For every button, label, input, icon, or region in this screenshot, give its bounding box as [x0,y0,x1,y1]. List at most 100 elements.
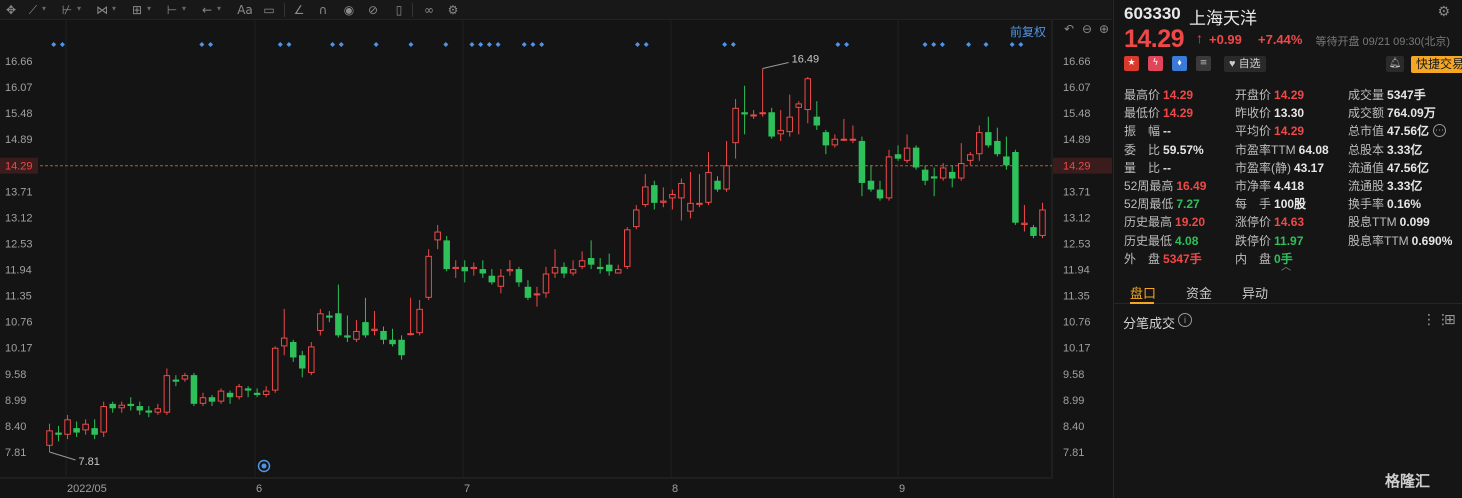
event-marker-icon [939,42,945,47]
text-icon[interactable]: Aa [234,2,256,18]
candle-body [867,180,875,190]
candle-body [118,404,125,409]
stat-value: 14.29 [1163,106,1194,121]
stat-value: 14.29 [1163,88,1194,102]
trend-icon[interactable]: ⊬ [58,2,76,18]
stat-label: 52周最低 [1124,197,1174,212]
lightning-icon[interactable]: ϟ [1148,56,1163,71]
link-icon[interactable]: ∞ [418,2,440,18]
bell-icon[interactable]: 🔔︎ [1386,56,1404,72]
grid-icon[interactable]: ⊞ [1444,311,1456,328]
undo-icon[interactable]: ↶ [1062,22,1076,36]
tab-movements[interactable]: 异动 [1242,283,1268,302]
hide-icon[interactable]: ⊘ [364,2,382,18]
stat-label: 跌停价 [1235,233,1272,248]
candle-body [362,322,369,336]
stat-item: 昨收价 13.30 [1235,104,1304,121]
add-watchlist-button[interactable]: ♥ 自选 [1224,56,1266,72]
arrow-icon[interactable]: ← [198,2,216,18]
line-icon[interactable]: ⟋ [24,2,42,18]
candlestick-chart[interactable]: 16.66 16.66 16.07 16.07 15.48 15.48 14.89 14.89… [0,20,1112,498]
stat-value: 0.690% [1411,233,1453,248]
chevron-down-icon[interactable]: ▾ [42,4,46,13]
chevron-down-icon[interactable]: ▾ [77,4,81,13]
stat-value: 16.49 [1176,179,1207,193]
candle-body [623,229,631,267]
stat-value: 4.08 [1175,233,1199,248]
eye-icon[interactable]: ◉ [340,2,358,18]
stat-label: 总股本 [1348,142,1385,157]
event-marker-icon [844,42,850,47]
event-marker-icon [486,42,492,47]
stat-label: 流通股 [1348,179,1385,193]
more-icon[interactable]: ⋯ [1433,124,1446,137]
candle-body [73,428,80,433]
ruler-icon[interactable]: ∠ [290,2,308,18]
y-tick-label-right: 7.81 [1063,447,1084,459]
chevron-down-icon[interactable]: ▾ [112,4,116,13]
candle-body [578,260,586,267]
stat-item: 每 手 100股 [1235,195,1306,212]
chevron-down-icon[interactable]: ▾ [182,4,186,13]
adjust-mode-label[interactable]: 前复权 [1010,23,1046,40]
stat-value: -- [1163,124,1172,139]
event-marker-icon [469,42,475,47]
candle-body [804,78,812,111]
candle-body [506,269,514,272]
collapse-icon[interactable]: ︿ [1281,258,1291,273]
gear-icon[interactable]: ⚙ [444,2,462,18]
candle-body [64,419,71,435]
stat-value: 47.56亿 [1387,124,1430,139]
zoom-in-icon[interactable]: ⊕ [1097,22,1111,36]
y-tick-label-left: 8.99 [5,395,26,407]
y-tick-label-left: 10.17 [5,343,33,355]
stat-value: 7.27 [1176,197,1200,212]
stat-value: 14.63 [1274,215,1305,230]
zoom-out-icon[interactable]: ⊖ [1080,22,1094,36]
comment-icon[interactable]: ▭ [260,2,278,18]
current-price-label-left: 14.29 [5,161,33,173]
info-icon[interactable]: i [1178,313,1192,327]
y-tick-label-left: 14.89 [5,134,33,146]
tag-icon[interactable]: ⬧ [1172,56,1187,71]
stat-value: 764.09万 [1387,106,1436,121]
event-marker-icon [330,42,336,47]
candle-body [759,112,766,115]
candle-body [840,138,848,141]
move-icon[interactable]: ✥ [2,2,20,18]
chevron-down-icon[interactable]: ▾ [147,4,151,13]
wave-icon[interactable]: ⋈ [93,2,111,18]
kline-chart[interactable]: 16.66 16.66 16.07 16.07 15.48 15.48 14.89 14.89… [0,20,1112,498]
quick-trade-button[interactable]: 快捷交易 [1411,56,1462,73]
gear-icon[interactable]: ⚙ [1437,3,1450,20]
price-change-pct: +7.44% [1258,32,1303,47]
delete-icon[interactable]: ▯ [390,2,408,18]
candle-body [551,266,559,274]
candle-body [163,375,171,413]
candle-body [344,335,351,338]
event-circle-dot [261,463,267,469]
event-marker-icon [199,42,205,47]
event-marker-icon [1009,42,1015,47]
event-marker-icon [530,42,536,47]
candle-body [651,185,658,203]
candle-body [82,423,89,431]
candle-body [569,269,577,274]
active-tab-indicator [1130,302,1154,304]
tab-capital[interactable]: 资金 [1186,283,1212,302]
event-marker-icon [286,42,292,47]
candle-body [452,266,459,270]
candle-body [678,182,685,199]
tab-orderbook[interactable]: 盘口 [1130,283,1156,302]
ticks-title: 分笔成交 [1123,316,1176,331]
range-icon[interactable]: ⊢ [163,2,181,18]
magnet-icon[interactable]: ∩ [314,2,332,18]
heart-icon: ♥ [1229,58,1236,70]
quote-panel: 603330 上海天洋 ⚙ 14.29 ↑ +0.99 +7.44% 等待开盘 … [1113,0,1462,498]
candle-body [91,428,98,435]
document-icon[interactable]: ≡ [1196,56,1211,71]
chevron-down-icon[interactable]: ▾ [217,4,221,13]
fib-icon[interactable]: ⊞ [128,2,146,18]
stat-item: 量 比 -- [1124,159,1171,176]
x-tick-label: 2022/05 [67,483,107,495]
